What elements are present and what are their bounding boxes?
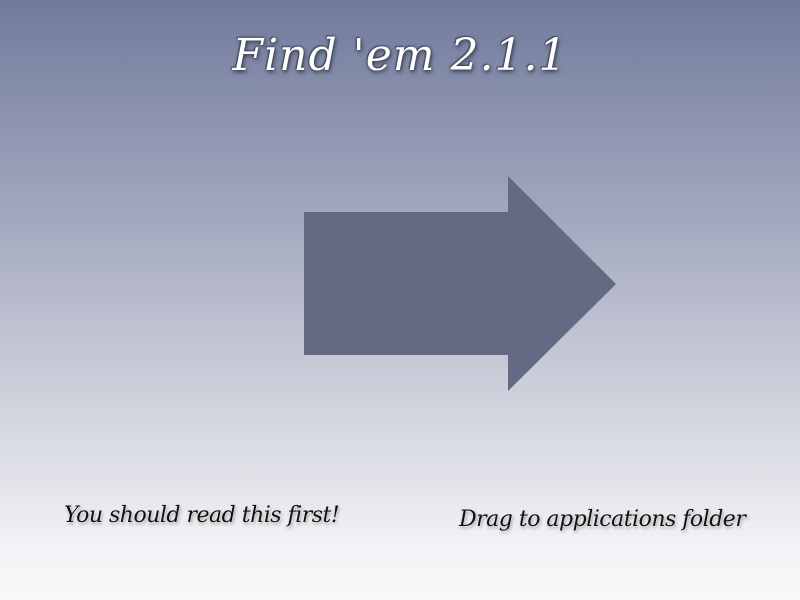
- installer-title: Find 'em 2.1.1: [232, 30, 568, 81]
- drag-hint-caption: Drag to applications folder: [459, 507, 746, 532]
- right-arrow-icon: [304, 176, 616, 391]
- readme-caption: You should read this first!: [64, 503, 340, 528]
- right-arrow-shape: [304, 176, 616, 391]
